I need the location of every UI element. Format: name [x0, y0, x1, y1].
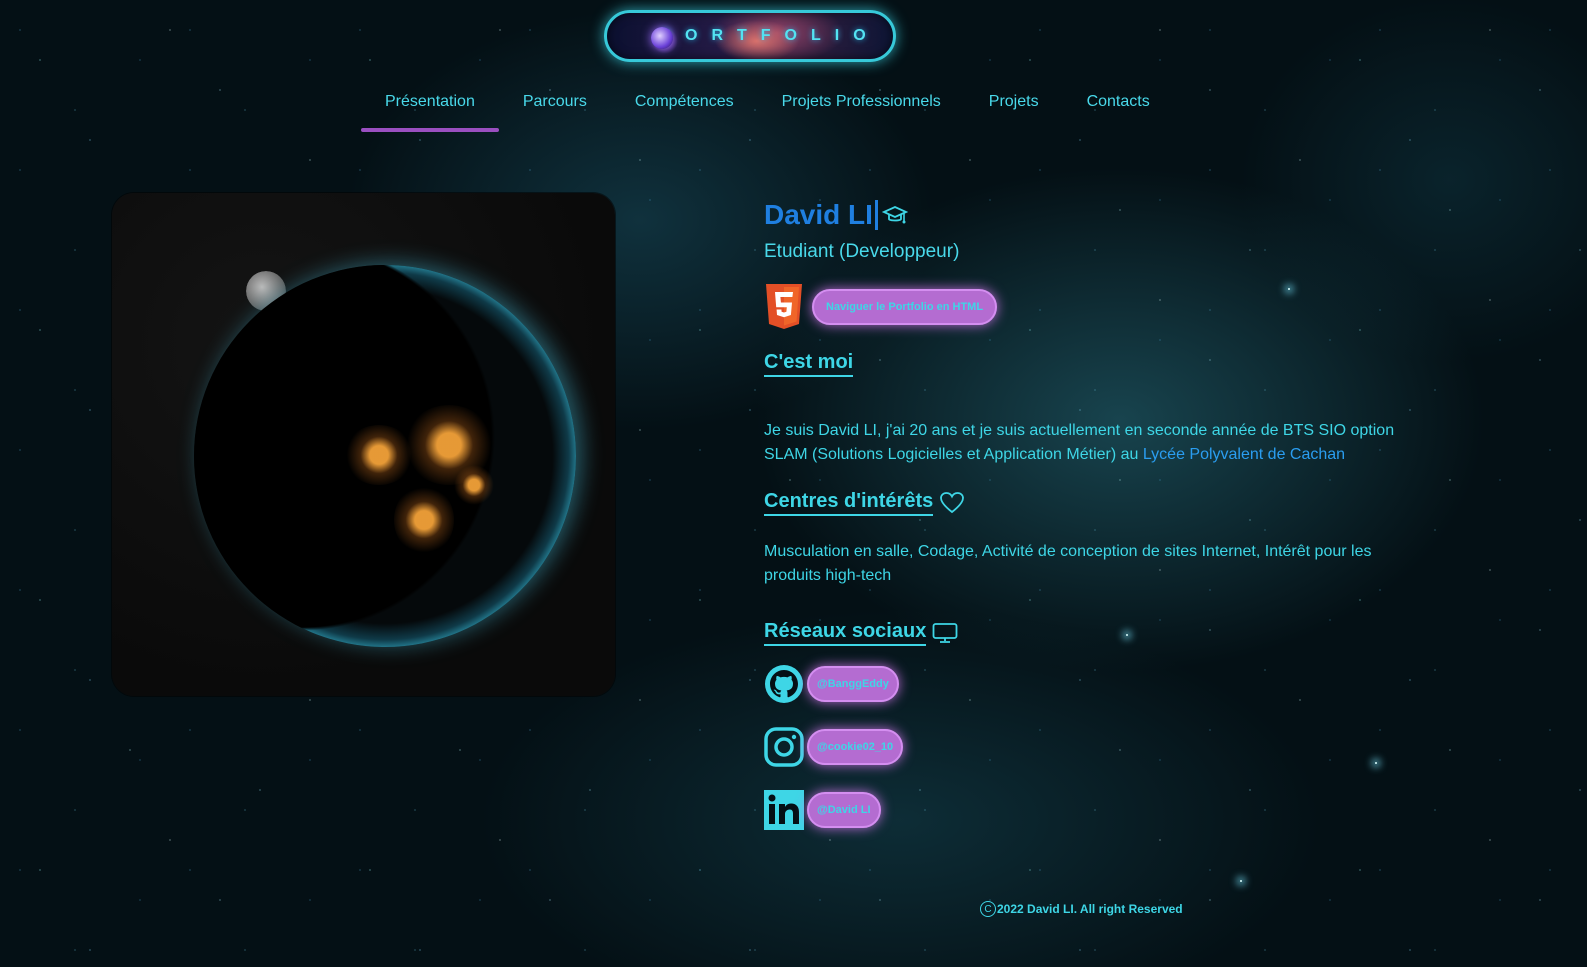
lycee-link[interactable]: Lycée Polyvalent de Cachan [1143, 446, 1345, 463]
nav-item-parcours[interactable]: Parcours [499, 88, 611, 136]
html-portfolio-button[interactable]: Naviguer le Portfolio en HTML [812, 289, 998, 325]
instagram-icon[interactable] [764, 727, 804, 767]
main-nav: Présentation Parcours Compétences Projet… [361, 88, 1174, 136]
instagram-handle-button[interactable]: @cookie02_10 [807, 729, 904, 765]
social-title: Réseaux sociaux [764, 620, 927, 646]
social-item-instagram: @cookie02_10 [764, 727, 1404, 767]
profile-role: Etudiant (Developpeur) [764, 241, 960, 262]
star-flare [1240, 880, 1242, 882]
interests-text: Musculation en salle, Codage, Activité d… [764, 543, 1372, 584]
interests-header: Centres d'intérêts [764, 490, 1404, 516]
linkedin-icon[interactable] [764, 790, 804, 830]
linkedin-handle-button[interactable]: @David LI [807, 792, 881, 828]
html5-icon [766, 284, 802, 329]
nav-item-presentation[interactable]: Présentation [361, 88, 499, 136]
social-item-linkedin: @David LI [764, 790, 1404, 830]
github-icon[interactable] [764, 664, 804, 704]
html-row: Naviguer le Portfolio en HTML [764, 283, 1404, 331]
graduation-cap-icon [881, 206, 908, 224]
github-handle-button[interactable]: @BanggEddy [807, 666, 899, 702]
city-lights [394, 485, 454, 555]
name-row: David LI [764, 197, 1404, 233]
nav-item-projets-professionnels[interactable]: Projets Professionnels [758, 88, 965, 136]
footer-text: 2022 David LI. All right Reserved [997, 902, 1183, 916]
heart-icon [940, 492, 965, 514]
nav-item-projets[interactable]: Projets [965, 88, 1063, 136]
monitor-icon [932, 623, 958, 643]
planet-image [194, 265, 576, 647]
nav-item-competences[interactable]: Compétences [611, 88, 758, 136]
profile-content: David LI Etudiant (Developpeur) Naviguer… [764, 197, 1404, 830]
footer: C 2022 David LI. All right Reserved [980, 901, 1183, 917]
logo-text: PORTFOLIO [660, 27, 880, 44]
about-title: C'est moi [764, 351, 854, 377]
city-lights [454, 465, 494, 505]
about-header: C'est moi [764, 351, 1404, 377]
logo-orb-icon [651, 27, 673, 49]
city-lights [344, 425, 414, 485]
social-item-github: @BanggEddy [764, 664, 1404, 704]
profile-name: David LI [764, 199, 873, 230]
about-text: Je suis David LI, j'ai 20 ans et je suis… [764, 419, 1404, 467]
earth-hero-image [112, 193, 615, 696]
nav-item-contacts[interactable]: Contacts [1063, 88, 1174, 136]
typing-cursor [874, 200, 878, 230]
interests-title: Centres d'intérêts [764, 490, 934, 516]
social-header: Réseaux sociaux [764, 620, 1404, 646]
copyright-icon: C [980, 901, 996, 917]
portfolio-logo[interactable]: PORTFOLIO [604, 10, 896, 62]
